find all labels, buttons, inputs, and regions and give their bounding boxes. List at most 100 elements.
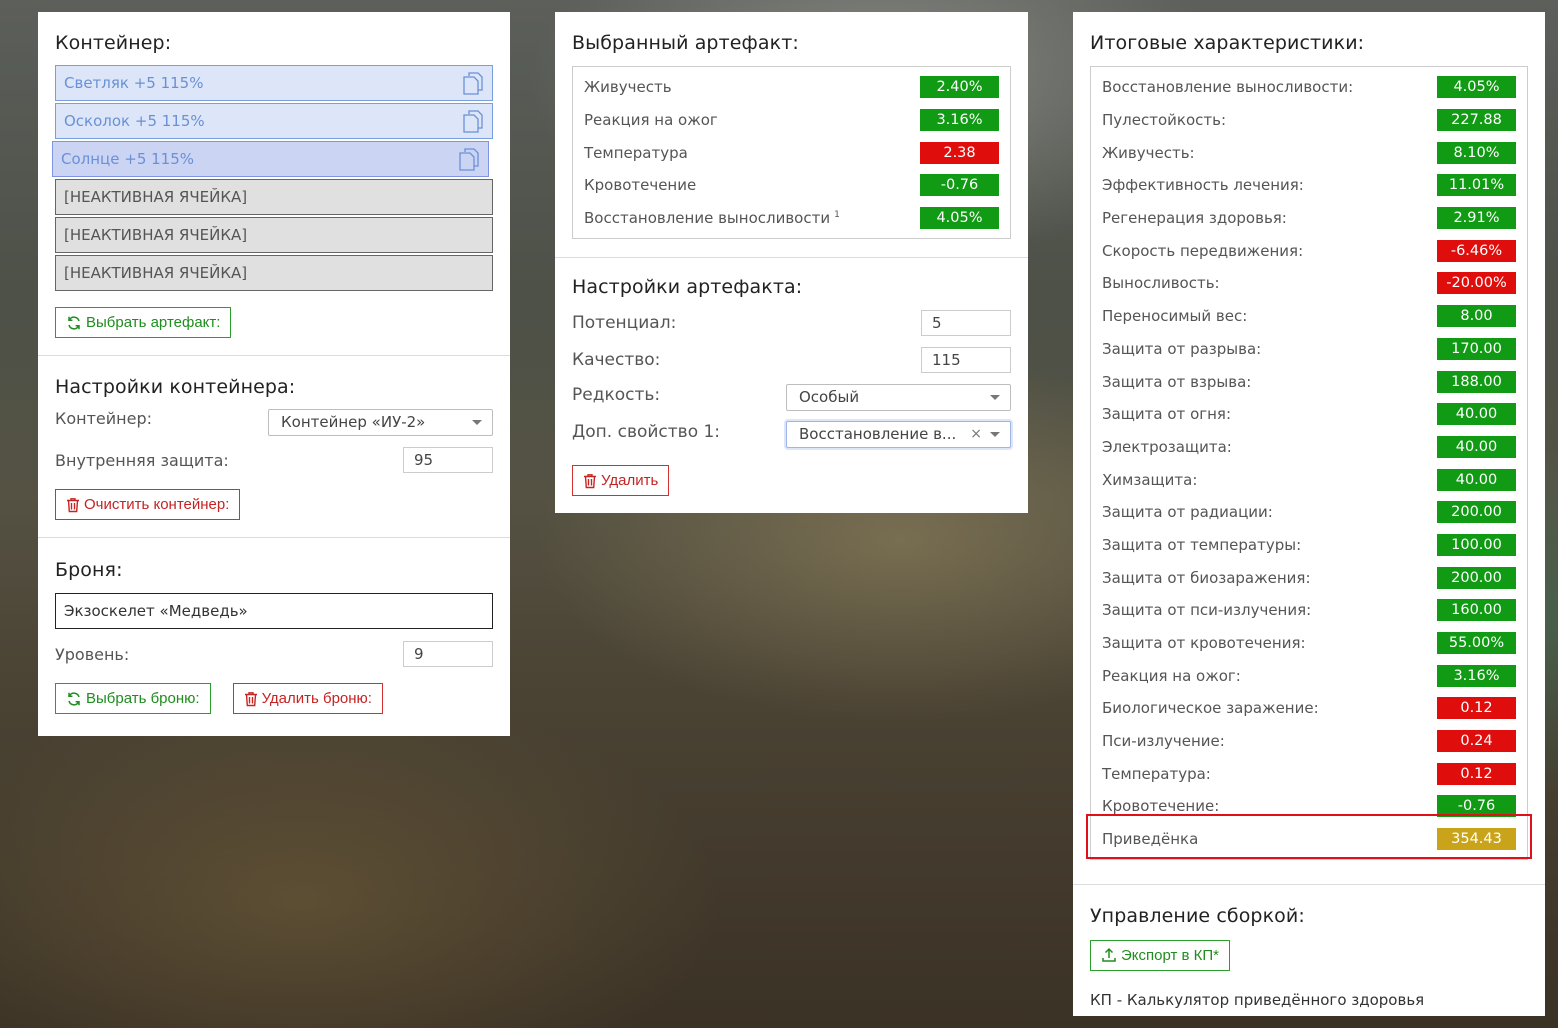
stat-name-text: Биологическое заражение: [1102, 699, 1319, 718]
stat-value-badge: 40.00 [1437, 403, 1516, 426]
stat-name-text: Температура: [1102, 764, 1211, 783]
container-slot[interactable]: Осколок +5 115% [55, 103, 493, 139]
container-slot[interactable]: Светляк +5 115% [55, 65, 493, 101]
totals-stat-row: Защита от взрыва: 188.00 [1091, 365, 1527, 398]
totals-stat-row: Электрозащита: 40.00 [1091, 431, 1527, 464]
stat-name: Пси-излучение: [1102, 732, 1225, 750]
build-footnote: КП - Калькулятор приведённого здоровья [1090, 990, 1425, 1009]
stat-name-text: Живучесть [584, 78, 672, 97]
stat-name-text: Химзащита: [1102, 470, 1198, 489]
summary-highlight-box [1086, 814, 1532, 859]
container-slot[interactable]: [НЕАКТИВНАЯ ЯЧЕЙКА] [55, 179, 493, 215]
footnote-marker: 1 [834, 210, 840, 221]
container-slot-label: [НЕАКТИВНАЯ ЯЧЕЙКА] [64, 264, 248, 282]
stat-name: Живучесть [584, 78, 672, 96]
stat-value-badge: 0.12 [1437, 762, 1516, 785]
container-slot-label: Солнце +5 115% [61, 150, 195, 168]
stat-name: Защита от взрыва: [1102, 373, 1251, 391]
stat-name-text: Температура [584, 143, 688, 162]
stat-name: Защита от пси-излучения: [1102, 601, 1311, 619]
container-select[interactable]: Контейнер «ИУ-2» [268, 409, 493, 436]
artifact-settings-title: Настройки артефакта: [572, 276, 803, 299]
stat-name: Скорость передвижения: [1102, 242, 1303, 260]
stat-value-badge: 8.00 [1437, 305, 1516, 328]
clear-container-button[interactable]: Очистить контейнер: [55, 489, 241, 520]
stat-name-text: Защита от кровотечения: [1102, 634, 1306, 653]
stat-name: Защита от радиации: [1102, 503, 1273, 521]
container-slot[interactable]: [НЕАКТИВНАЯ ЯЧЕЙКА] [55, 255, 493, 291]
export-button[interactable]: Экспорт в КП* [1090, 939, 1231, 971]
extra-prop-select[interactable]: Восстановление в... × [786, 421, 1011, 449]
choose-artifact-button[interactable]: Выбрать артефакт: [55, 307, 232, 338]
totals-stat-row: Эффективность лечения: 11.01% [1091, 169, 1527, 202]
container-slot[interactable]: [НЕАКТИВНАЯ ЯЧЕЙКА] [55, 217, 493, 253]
totals-panel: Итоговые характеристики: Восстановление … [1073, 12, 1545, 1016]
stat-value-badge: 100.00 [1437, 533, 1516, 556]
stat-name: Восстановление выносливости: [1102, 78, 1353, 96]
stat-name-text: Живучесть: [1102, 143, 1195, 162]
stat-name-text: Защита от взрыва: [1102, 372, 1252, 391]
copy-icon[interactable] [458, 147, 480, 171]
potential-input[interactable] [921, 310, 1011, 337]
rarity-select[interactable]: Особый [786, 384, 1011, 412]
stat-name: Восстановление выносливости 1 [584, 209, 840, 227]
stat-name-text: Эффективность лечения: [1102, 176, 1304, 195]
stat-name: Химзащита: [1102, 471, 1197, 489]
stat-name: Защита от биозаражения: [1102, 569, 1311, 587]
artifact-panel: Выбранный артефакт: Живучесть 2.40% Реакци… [555, 12, 1028, 513]
rarity-label: Редкость: [572, 384, 661, 405]
stat-value-badge: 2.40% [920, 76, 999, 99]
level-input[interactable] [403, 641, 493, 667]
totals-stat-row: Переносимый вес: 8.00 [1091, 300, 1527, 333]
stat-name: Переносимый вес: [1102, 307, 1247, 325]
stat-name: Живучесть: [1102, 144, 1195, 162]
stat-name-text: Защита от разрыва: [1102, 339, 1262, 358]
totals-stat-row: Скорость передвижения: -6.46% [1091, 234, 1527, 267]
stat-name-text: Защита от пси-излучения: [1102, 601, 1312, 620]
stat-name-text: Реакция на ожог: [1102, 666, 1241, 685]
close-icon[interactable]: × [970, 422, 982, 447]
container-slot-label: [НЕАКТИВНАЯ ЯЧЕЙКА] [64, 188, 248, 206]
stat-name-text: Кровотечение [584, 176, 697, 195]
stat-name: Эффективность лечения: [1102, 176, 1304, 194]
delete-armor-label: Удалить броню: [261, 690, 372, 707]
refresh-icon [68, 691, 80, 706]
internal-protection-input[interactable] [403, 447, 493, 473]
chevron-down-icon [472, 420, 482, 425]
container-slot[interactable]: Солнце +5 115% [52, 141, 489, 177]
totals-stat-row: Реакция на ожог: 3.16% [1091, 659, 1527, 692]
stat-value-badge: 2.91% [1437, 207, 1516, 230]
chevron-down-icon [990, 395, 1000, 401]
delete-artifact-button[interactable]: Удалить [572, 465, 670, 497]
stat-name-text: Регенерация здоровья: [1102, 209, 1287, 228]
stat-value-badge: 200.00 [1437, 566, 1516, 589]
container-slot-label: Осколок +5 115% [64, 112, 205, 130]
stat-name: Электрозащита: [1102, 438, 1232, 456]
totals-stat-row: Защита от кровотечения: 55.00% [1091, 627, 1527, 660]
totals-stat-row: Выносливость: -20.00% [1091, 267, 1527, 300]
stat-name-text: Восстановление выносливости: [1102, 78, 1354, 97]
stat-name: Температура: [1102, 765, 1211, 783]
stat-name: Защита от огня: [1102, 405, 1231, 423]
container-slots: Светляк +5 115% Осколок +5 115% Солнце +5 … [52, 65, 493, 291]
stat-name-text: Скорость передвижения: [1102, 241, 1304, 260]
copy-icon[interactable] [462, 109, 484, 133]
stat-value-badge: 8.10% [1437, 141, 1516, 164]
armor-field[interactable]: Экзоскелет «Медведь» [55, 593, 493, 629]
stat-value-badge: 3.16% [920, 109, 999, 132]
stat-value-badge: -0.76 [920, 174, 999, 197]
stat-name: Защита от разрыва: [1102, 340, 1261, 358]
delete-armor-button[interactable]: Удалить броню: [232, 683, 383, 714]
armor-value: Экзоскелет «Медведь» [64, 602, 248, 620]
totals-stat-row: Регенерация здоровья: 2.91% [1091, 202, 1527, 235]
stat-value-badge: 170.00 [1437, 337, 1516, 360]
stat-name-text: Переносимый вес: [1102, 307, 1248, 326]
stat-value-badge: 2.38 [920, 141, 999, 164]
stat-name: Регенерация здоровья: [1102, 209, 1287, 227]
choose-artifact-label: Выбрать артефакт: [86, 314, 221, 331]
copy-icon[interactable] [462, 71, 484, 95]
choose-armor-button[interactable]: Выбрать броню: [55, 683, 211, 714]
quality-input[interactable] [921, 347, 1011, 374]
artifact-stat-row: Живучесть 2.40% [573, 71, 1010, 104]
container-title: Контейнер: [55, 32, 172, 54]
